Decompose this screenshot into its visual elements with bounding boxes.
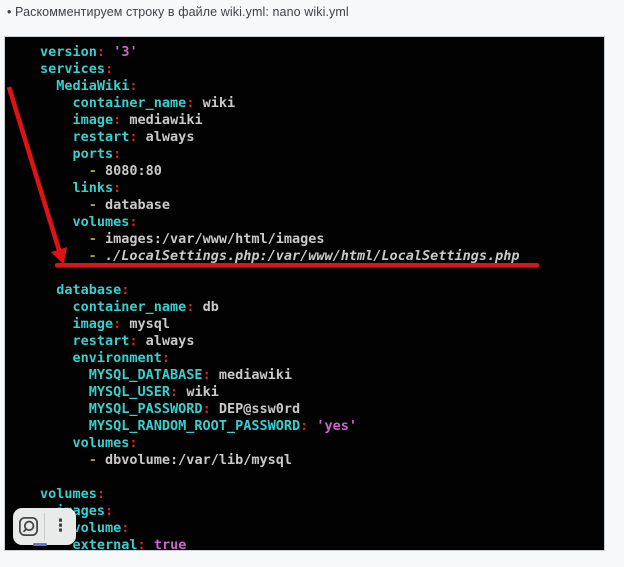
terminal-body: version: '3'services: MediaWiki: contain… bbox=[5, 37, 604, 550]
document-page: • Раскомментируем строку в файле wiki.ym… bbox=[0, 0, 624, 567]
terminal-line: - images:/var/www/html/images bbox=[40, 231, 604, 248]
terminal-line: - dbvolume:/var/lib/mysql bbox=[40, 452, 604, 469]
caption: • Раскомментируем строку в файле wiki.ym… bbox=[7, 5, 349, 19]
terminal-line: external: true bbox=[40, 537, 604, 554]
terminal-line: MYSQL_PASSWORD: DEP@ssw0rd bbox=[40, 401, 604, 418]
blue-mark bbox=[33, 543, 47, 546]
more-options-button[interactable]: ⋮ bbox=[45, 508, 76, 545]
terminal-line: database: bbox=[40, 282, 604, 299]
kebab-menu-icon: ⋮ bbox=[52, 518, 69, 535]
terminal-line: restart: always bbox=[40, 129, 604, 146]
terminal-line: image: mediawiki bbox=[40, 112, 604, 129]
terminal-line bbox=[40, 265, 604, 282]
terminal-line bbox=[40, 469, 604, 486]
terminal-line: volumes: bbox=[40, 214, 604, 231]
terminal-line: links: bbox=[40, 180, 604, 197]
terminal-line: volumes: bbox=[40, 435, 604, 452]
caption-text: • Раскомментируем строку в файле wiki.ym… bbox=[7, 5, 349, 19]
terminal-line: volumes: bbox=[40, 486, 604, 503]
terminal-screenshot: version: '3'services: MediaWiki: contain… bbox=[4, 36, 605, 551]
terminal-line: dbvolume: bbox=[40, 520, 604, 537]
image-tools-popup: ⋮ bbox=[13, 508, 76, 545]
terminal-line: version: '3' bbox=[40, 44, 604, 61]
terminal-line: MediaWiki: bbox=[40, 78, 604, 95]
terminal-line: restart: always bbox=[40, 333, 604, 350]
terminal-line: container_name: db bbox=[40, 299, 604, 316]
terminal-line: MYSQL_USER: wiki bbox=[40, 384, 604, 401]
terminal-line: - database bbox=[40, 197, 604, 214]
terminal-line: environment: bbox=[40, 350, 604, 367]
terminal-line: MYSQL_RANDOM_ROOT_PASSWORD: 'yes' bbox=[40, 418, 604, 435]
terminal-line: - ./LocalSettings.php:/var/www/html/Loca… bbox=[40, 248, 604, 265]
terminal-line: images: bbox=[40, 503, 604, 520]
search-with-image-button[interactable] bbox=[13, 508, 44, 545]
terminal-line: container_name: wiki bbox=[40, 95, 604, 112]
terminal-line: MYSQL_DATABASE: mediawiki bbox=[40, 367, 604, 384]
terminal-line: services: bbox=[40, 61, 604, 78]
lens-search-icon bbox=[18, 516, 39, 537]
terminal-line: ports: bbox=[40, 146, 604, 163]
terminal-line: - 8080:80 bbox=[40, 163, 604, 180]
terminal-line: image: mysql bbox=[40, 316, 604, 333]
